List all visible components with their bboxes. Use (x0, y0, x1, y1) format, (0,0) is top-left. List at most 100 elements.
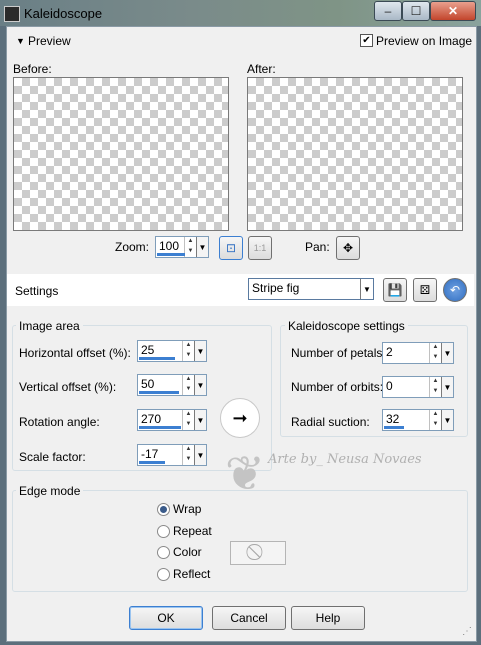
pan-button[interactable]: ✥ (336, 236, 360, 260)
number-of-orbits-value: 0 (386, 379, 393, 393)
rotation-angle-bar (139, 426, 181, 429)
maximize-button[interactable]: ☐ (402, 1, 430, 21)
edge-mode-repeat-radio[interactable] (157, 525, 170, 538)
spin-up-icon[interactable]: ▲ (183, 410, 194, 420)
edge-mode-wrap-radio[interactable] (157, 503, 170, 516)
resize-grip-icon[interactable]: ⋰ (462, 626, 472, 637)
after-preview[interactable] (247, 77, 463, 231)
dropdown-arrow-icon[interactable]: ▼ (441, 377, 453, 397)
pan-label: Pan: (305, 240, 330, 254)
spin-down-icon[interactable]: ▼ (183, 420, 194, 430)
collapse-triangle-icon[interactable]: ▼ (16, 36, 25, 46)
zoom-label: Zoom: (115, 240, 150, 254)
spin-down-icon[interactable]: ▼ (430, 353, 441, 363)
zoom-field[interactable]: 100 ▲ ▼ ▼ (155, 236, 209, 258)
cancel-button[interactable]: Cancel (212, 606, 286, 630)
spin-down-icon[interactable]: ▼ (430, 420, 441, 430)
radial-suction-bar (384, 426, 404, 429)
radial-suction-label: Radial suction: (291, 415, 370, 429)
close-button[interactable]: ✕ (430, 1, 476, 21)
horizontal-offset-value: 25 (141, 343, 155, 357)
number-of-petals-label: Number of petals: (291, 346, 386, 360)
spin-up-icon[interactable]: ▲ (185, 237, 196, 247)
reset-icon: ↶ (449, 283, 461, 297)
spin-down-icon[interactable]: ▼ (183, 455, 194, 465)
scale-factor-value: -17 (141, 447, 159, 461)
ok-button[interactable]: OK (129, 606, 203, 630)
dropdown-arrow-icon[interactable]: ▼ (194, 375, 206, 395)
zoom-fit-button[interactable]: ⊡ (219, 236, 243, 260)
before-label: Before: (13, 62, 52, 76)
horizontal-offset-bar (139, 357, 175, 360)
actual-size-button[interactable]: 1:1 (248, 236, 272, 260)
rotation-dial[interactable]: ➞ (220, 398, 260, 438)
dropdown-arrow-icon[interactable]: ▼ (441, 410, 453, 430)
vertical-offset-value: 50 (141, 377, 155, 391)
number-of-petals-field[interactable]: 2 ▲ ▼ ▼ (382, 342, 454, 364)
vertical-offset-bar (139, 391, 179, 394)
image-area-title: Image area (16, 319, 83, 333)
before-preview[interactable] (13, 77, 229, 231)
save-preset-button[interactable]: 💾 (383, 278, 407, 302)
preview-on-image-label[interactable]: Preview on Image (376, 34, 472, 48)
radial-suction-field[interactable]: 32 ▲ ▼ ▼ (382, 409, 454, 431)
dropdown-arrow-icon[interactable]: ▼ (194, 410, 206, 430)
rotation-angle-field[interactable]: 270 ▲ ▼ ▼ (137, 409, 207, 431)
random-button[interactable]: ⚄ (413, 278, 437, 302)
save-preset-icon: 💾 (387, 283, 403, 297)
dice-icon: ⚄ (419, 283, 431, 297)
scale-factor-label: Scale factor: (19, 450, 86, 464)
preset-select[interactable]: Stripe fig ▼ (248, 278, 374, 300)
radial-suction-value: 32 (386, 412, 400, 426)
scale-factor-field[interactable]: -17 ▲ ▼ ▼ (137, 444, 207, 466)
edge-mode-repeat-label[interactable]: Repeat (173, 524, 212, 538)
spin-up-icon[interactable]: ▲ (183, 375, 194, 385)
number-of-orbits-label: Number of orbits: (291, 380, 384, 394)
spin-up-icon[interactable]: ▲ (430, 343, 441, 353)
preset-dropdown-icon[interactable]: ▼ (360, 279, 373, 299)
spin-up-icon[interactable]: ▲ (430, 410, 441, 420)
preview-on-image-checkbox[interactable]: ✔ (360, 34, 373, 47)
edge-mode-wrap-label[interactable]: Wrap (173, 502, 201, 516)
edge-mode-reflect-label[interactable]: Reflect (173, 567, 210, 581)
minimize-button[interactable]: – (374, 1, 402, 21)
spin-up-icon[interactable]: ▲ (183, 445, 194, 455)
kaleidoscope-settings-title: Kaleidoscope settings (285, 319, 408, 333)
zoom-fit-icon: ⊡ (225, 241, 237, 255)
dropdown-arrow-icon[interactable]: ▼ (194, 341, 206, 361)
vertical-offset-label: Vertical offset (%): (19, 380, 117, 394)
window-title: Kaleidoscope (24, 6, 103, 21)
edge-mode-reflect-radio[interactable] (157, 568, 170, 581)
edge-mode-title: Edge mode (16, 484, 84, 498)
zoom-bar (157, 253, 185, 256)
horizontal-offset-label: Horizontal offset (%): (19, 346, 131, 360)
spin-down-icon[interactable]: ▼ (183, 385, 194, 395)
help-button[interactable]: Help (291, 606, 365, 630)
watermark-text: Arte by_ Neusa Novaes (268, 452, 422, 467)
number-of-orbits-field[interactable]: 0 ▲ ▼ ▼ (382, 376, 454, 398)
app-icon (4, 6, 20, 22)
rotation-angle-label: Rotation angle: (19, 415, 100, 429)
edge-mode-color-radio[interactable] (157, 546, 170, 559)
spin-up-icon[interactable]: ▲ (430, 377, 441, 387)
spin-down-icon[interactable]: ▼ (183, 351, 194, 361)
edge-color-swatch[interactable]: ⃠ (230, 541, 286, 565)
dropdown-arrow-icon[interactable]: ▼ (196, 237, 208, 257)
spin-up-icon[interactable]: ▲ (183, 341, 194, 351)
horizontal-offset-field[interactable]: 25 ▲ ▼ ▼ (137, 340, 207, 362)
preset-value: Stripe fig (252, 281, 300, 295)
dropdown-arrow-icon[interactable]: ▼ (441, 343, 453, 363)
number-of-petals-value: 2 (386, 345, 393, 359)
arrow-right-icon: ➞ (232, 407, 248, 428)
scale-factor-bar (139, 461, 165, 464)
spin-down-icon[interactable]: ▼ (430, 387, 441, 397)
settings-label: Settings (15, 284, 59, 298)
edge-mode-color-label[interactable]: Color (173, 545, 202, 559)
after-label: After: (247, 62, 276, 76)
rotation-angle-value: 270 (141, 412, 162, 426)
preview-toggle[interactable]: Preview (28, 34, 71, 48)
reset-button[interactable]: ↶ (443, 278, 467, 302)
vertical-offset-field[interactable]: 50 ▲ ▼ ▼ (137, 374, 207, 396)
zoom-value: 100 (159, 239, 180, 253)
spin-down-icon[interactable]: ▼ (185, 247, 196, 257)
